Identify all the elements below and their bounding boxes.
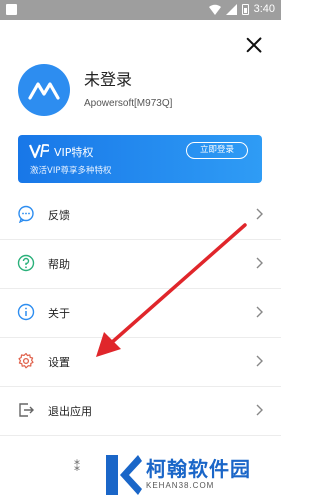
menu-item-label: 反馈 bbox=[48, 209, 70, 222]
vip-logo-icon bbox=[29, 144, 49, 159]
status-time: 3:40 bbox=[253, 3, 275, 15]
info-icon bbox=[17, 303, 35, 321]
watermark-url: KEHAN38.COM bbox=[146, 481, 215, 490]
menu-item-settings[interactable]: 设置 bbox=[0, 338, 281, 387]
menu-item-label: 帮助 bbox=[48, 258, 70, 271]
app-logo-icon bbox=[28, 82, 60, 100]
menu-item-about[interactable]: 关于 bbox=[0, 289, 281, 338]
watermark-name: 柯翰软件园 bbox=[146, 457, 251, 481]
chevron-right-icon bbox=[256, 404, 263, 416]
notification-icon bbox=[6, 4, 17, 15]
menu-item-help[interactable]: 帮助 bbox=[0, 240, 281, 289]
help-icon bbox=[17, 254, 35, 272]
chevron-right-icon bbox=[256, 208, 263, 220]
chevron-right-icon bbox=[256, 355, 263, 367]
loading-icon: ⁑ bbox=[74, 460, 80, 474]
status-icons: 3:40 bbox=[208, 3, 275, 15]
account-id: Apowersoft[M973Q] bbox=[84, 98, 173, 109]
gear-icon bbox=[18, 352, 34, 369]
chevron-right-icon bbox=[256, 306, 263, 318]
vip-card[interactable]: VIP特权 激活VIP尊享多种特权 立即登录 bbox=[18, 135, 262, 183]
menu-item-label: 设置 bbox=[48, 356, 70, 369]
menu-item-label: 退出应用 bbox=[48, 405, 92, 418]
battery-icon bbox=[241, 3, 249, 15]
chevron-right-icon bbox=[256, 257, 263, 269]
vip-subtitle: 激活VIP尊享多种特权 bbox=[30, 166, 112, 176]
wifi-icon bbox=[208, 4, 221, 15]
status-bar: 3:40 bbox=[0, 0, 281, 20]
username[interactable]: 未登录 bbox=[84, 66, 132, 90]
avatar[interactable] bbox=[18, 64, 70, 116]
vip-title: VIP特权 bbox=[54, 146, 94, 159]
login-button[interactable]: 立即登录 bbox=[186, 142, 248, 159]
menu-list: 反馈 帮助 关于 设置 退出应用 bbox=[0, 191, 281, 436]
menu-item-exit[interactable]: 退出应用 bbox=[0, 387, 281, 436]
feedback-icon bbox=[18, 205, 34, 223]
watermark: 柯翰软件园 KEHAN38.COM bbox=[102, 452, 282, 498]
menu-item-label: 关于 bbox=[48, 307, 70, 320]
watermark-logo-icon bbox=[106, 455, 142, 495]
signal-icon bbox=[225, 3, 237, 15]
menu-item-feedback[interactable]: 反馈 bbox=[0, 191, 281, 240]
exit-icon bbox=[19, 403, 34, 417]
close-icon[interactable] bbox=[244, 35, 264, 55]
